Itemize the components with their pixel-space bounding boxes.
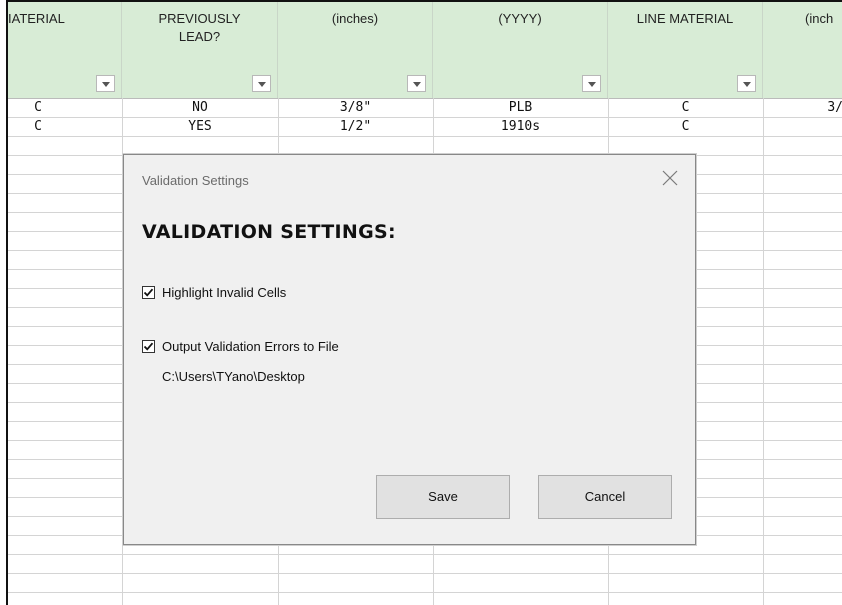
gridline	[8, 573, 842, 574]
highlight-invalid-checkbox[interactable]	[142, 286, 155, 299]
header-label: (YYYY)	[498, 11, 542, 26]
output-path: C:\Users\TYano\Desktop	[162, 369, 305, 384]
table-cell[interactable]: C	[8, 117, 68, 136]
header-cut-text: · · · · · · ·	[278, 2, 432, 5]
column-header-material[interactable]: · · · · · · · IATERIAL	[8, 2, 122, 98]
filter-dropdown-icon[interactable]	[737, 75, 756, 92]
table-cell[interactable]: C	[8, 98, 68, 117]
filter-dropdown-icon[interactable]	[407, 75, 426, 92]
gridline	[8, 592, 842, 593]
header-cut-text: · · · · · · · · · · ·	[433, 2, 607, 5]
filter-dropdown-icon[interactable]	[582, 75, 601, 92]
table-cell[interactable]: 1/2"	[278, 117, 433, 136]
header-cut-text: · · · · · · ·	[8, 2, 121, 5]
table-cell[interactable]: 1910s	[433, 117, 608, 136]
column-header-previously-lead[interactable]: · · · · · · · · · · PREVIOUSLY LEAD?	[122, 2, 278, 98]
table-cell[interactable]: 3/	[763, 98, 842, 117]
save-button[interactable]: Save	[376, 475, 510, 519]
header-cut-text: · · · · · · · · · ·	[122, 2, 277, 5]
dialog-heading: VALIDATION SETTINGS:	[142, 221, 396, 243]
close-icon[interactable]	[659, 167, 681, 189]
gridline	[8, 136, 842, 137]
checkmark-icon	[143, 288, 154, 297]
filter-dropdown-icon[interactable]	[252, 75, 271, 92]
table-cell[interactable]: YES	[122, 117, 278, 136]
filter-dropdown-icon[interactable]	[96, 75, 115, 92]
validation-settings-dialog: Validation Settings VALIDATION SETTINGS:…	[123, 154, 696, 545]
column-header-year[interactable]: · · · · · · · · · · · (YYYY)	[433, 2, 608, 98]
table-cell[interactable]: C	[608, 98, 763, 117]
table-cell[interactable]: PLB	[433, 98, 608, 117]
column-header-line-material[interactable]: · · · · · · · · · · LINE MATERIAL	[608, 2, 763, 98]
table-cell[interactable]: C	[608, 117, 763, 136]
header-label: IATERIAL	[8, 11, 65, 26]
header-label: PREVIOUSLY LEAD?	[158, 11, 241, 44]
header-label: LINE MATERIAL	[636, 11, 734, 26]
table-cell[interactable]: 3/8"	[278, 98, 433, 117]
output-errors-checkbox[interactable]	[142, 340, 155, 353]
header-cut-text: · · · ·	[763, 2, 842, 5]
output-errors-label: Output Validation Errors to File	[162, 339, 339, 354]
gridline	[8, 554, 842, 555]
header-label: (inches)	[331, 11, 379, 26]
dialog-title: Validation Settings	[142, 173, 249, 188]
column-header-inches-cut[interactable]: · · · · (inch	[763, 2, 842, 98]
table-cell[interactable]	[763, 117, 842, 136]
checkmark-icon	[143, 342, 154, 351]
cancel-button[interactable]: Cancel	[538, 475, 672, 519]
column-header-size-inches[interactable]: · · · · · · · (inches)	[278, 2, 433, 98]
gridline	[763, 98, 764, 605]
table-cell[interactable]: NO	[122, 98, 278, 117]
header-cut-text: · · · · · · · · · ·	[608, 2, 762, 5]
header-label: (inch	[805, 11, 834, 26]
highlight-invalid-label: Highlight Invalid Cells	[162, 285, 287, 300]
